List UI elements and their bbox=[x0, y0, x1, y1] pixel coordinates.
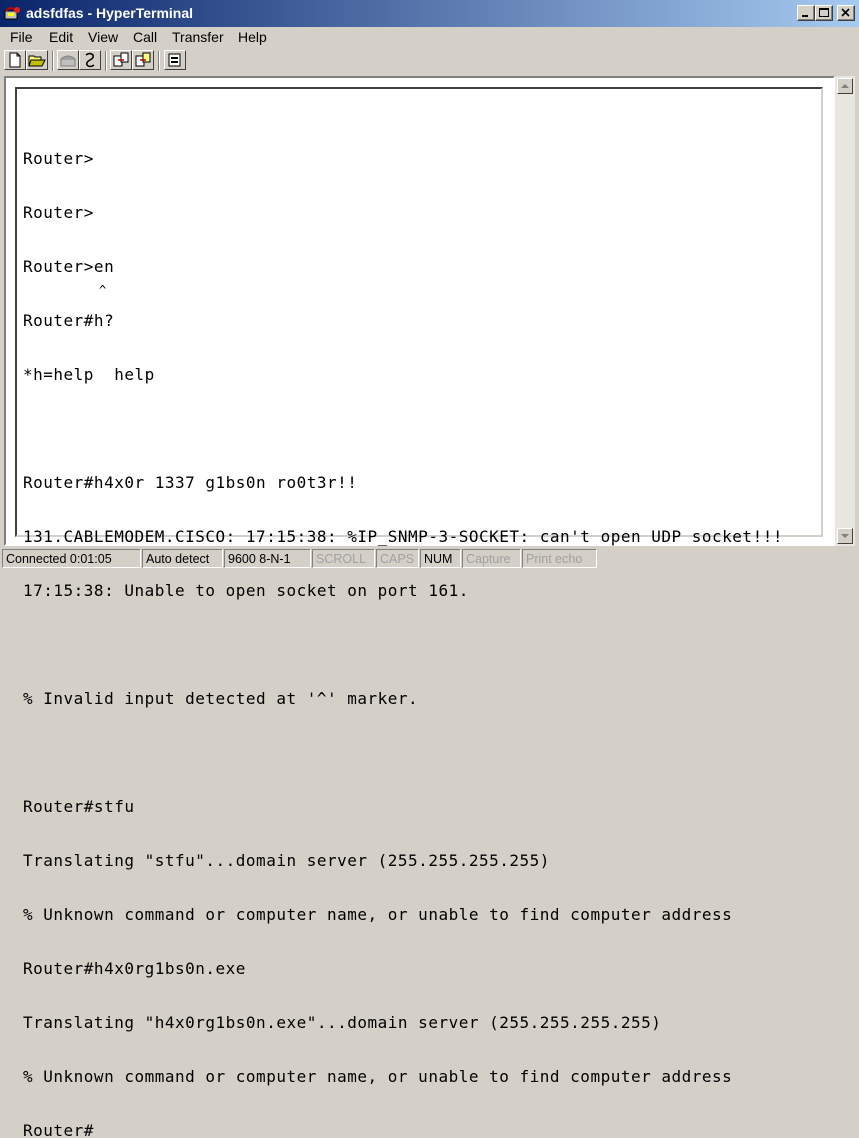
menu-bar: File Edit View Call Transfer Help bbox=[0, 27, 859, 47]
menu-call[interactable]: Call bbox=[133, 29, 157, 45]
toolbar-separator bbox=[105, 51, 107, 71]
receive-file-icon bbox=[135, 52, 151, 67]
toolbar-separator bbox=[52, 51, 54, 71]
terminal-line: 131.CABLEMODEM.CISCO: 17:15:38: %IP_SNMP… bbox=[23, 527, 783, 546]
menu-help[interactable]: Help bbox=[238, 29, 267, 45]
open-button[interactable] bbox=[26, 50, 48, 70]
status-connected-time: Connected 0:01:05 bbox=[2, 549, 141, 568]
menu-view[interactable]: View bbox=[88, 29, 118, 45]
close-button[interactable] bbox=[837, 5, 855, 21]
new-connection-button[interactable] bbox=[4, 50, 26, 70]
status-print-echo: Print echo bbox=[522, 549, 597, 568]
status-auto-detect: Auto detect bbox=[142, 549, 223, 568]
menu-file[interactable]: File bbox=[10, 29, 33, 45]
toolbar-separator bbox=[158, 51, 160, 71]
open-folder-icon bbox=[28, 55, 46, 67]
menu-transfer[interactable]: Transfer bbox=[172, 29, 224, 45]
vertical-scrollbar[interactable] bbox=[835, 76, 855, 546]
terminal-frame: Router> Router> Router>en Router#h? *h=h… bbox=[4, 76, 835, 1138]
terminal-output: Router> Router> Router>en Router#h? *h=h… bbox=[23, 114, 783, 1138]
terminal-line: % Invalid input detected at '^' marker. bbox=[23, 689, 419, 708]
terminal-line: Router>en bbox=[23, 257, 115, 276]
terminal-line: Router# bbox=[23, 1121, 94, 1138]
properties-button[interactable] bbox=[164, 50, 186, 70]
terminal-line: % Unknown command or computer name, or u… bbox=[23, 1067, 733, 1086]
restore-button[interactable] bbox=[815, 5, 833, 21]
call-button[interactable] bbox=[57, 50, 79, 70]
terminal-line: % Unknown command or computer name, or u… bbox=[23, 905, 733, 924]
status-num-lock: NUM bbox=[420, 549, 461, 568]
new-document-icon bbox=[9, 52, 21, 68]
terminal-line: Router> bbox=[23, 149, 94, 168]
terminal-line: *h=help help bbox=[23, 365, 155, 384]
window-title: adsfdfas - HyperTerminal bbox=[26, 5, 194, 21]
terminal-window[interactable]: Router> Router> Router>en Router#h? *h=h… bbox=[15, 87, 823, 1138]
status-scroll-lock: SCROLL bbox=[312, 549, 375, 568]
terminal-line: Router#h? bbox=[23, 311, 115, 330]
menu-edit[interactable]: Edit bbox=[49, 29, 73, 45]
minimize-button[interactable] bbox=[797, 5, 815, 21]
restore-icon bbox=[819, 8, 829, 17]
close-icon bbox=[841, 8, 850, 17]
terminal-line: Router> bbox=[23, 203, 94, 222]
terminal-line: Router#h4x0rg1bs0n.exe bbox=[23, 959, 246, 978]
status-caps-lock: CAPS bbox=[376, 549, 419, 568]
title-bar[interactable]: adsfdfas - HyperTerminal bbox=[0, 0, 859, 27]
terminal-line: Translating "h4x0rg1bs0n.exe"...domain s… bbox=[23, 1013, 662, 1032]
properties-icon bbox=[168, 53, 181, 67]
send-file-icon bbox=[113, 52, 129, 67]
terminal-line: Router#stfu bbox=[23, 797, 135, 816]
scroll-up-button[interactable] bbox=[837, 78, 853, 94]
disconnect-button[interactable] bbox=[79, 50, 101, 70]
minimize-icon bbox=[802, 15, 808, 17]
scroll-down-button[interactable] bbox=[837, 528, 853, 544]
disconnect-icon bbox=[85, 52, 95, 68]
error-caret-marker: ^ bbox=[99, 283, 107, 297]
terminal-line: Translating "stfu"...domain server (255.… bbox=[23, 851, 550, 870]
send-button[interactable] bbox=[110, 50, 132, 70]
arrow-up-icon bbox=[841, 84, 849, 88]
toolbar bbox=[0, 47, 859, 75]
status-capture: Capture bbox=[462, 549, 521, 568]
status-bar: Connected 0:01:05 Auto detect 9600 8-N-1… bbox=[0, 547, 859, 569]
phone-dial-icon bbox=[60, 55, 76, 67]
terminal-line: Router#h4x0r 1337 g1bs0n ro0t3r!! bbox=[23, 473, 358, 492]
arrow-down-icon bbox=[841, 534, 849, 538]
hyperterminal-app-icon[interactable] bbox=[4, 5, 22, 22]
status-port-settings: 9600 8-N-1 bbox=[224, 549, 311, 568]
receive-button[interactable] bbox=[132, 50, 154, 70]
terminal-line: 17:15:38: Unable to open socket on port … bbox=[23, 581, 469, 600]
